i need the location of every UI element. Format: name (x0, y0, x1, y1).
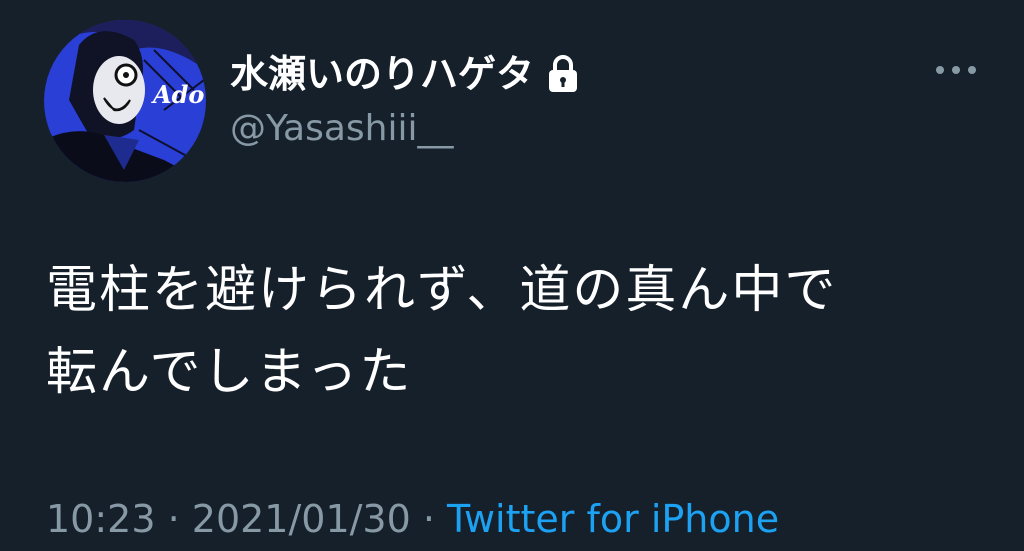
tweet-time[interactable]: 10:23 (46, 497, 156, 541)
meta-separator: · (410, 497, 448, 541)
display-name[interactable]: 水瀬いのりハゲタ (230, 50, 582, 98)
tweet-text-line: 電柱を避けられず、道の真ん中で (46, 261, 838, 320)
avatar-label: Ado (153, 80, 205, 109)
tweet-card: Ado 水瀬いのりハゲタ @Yasashiii__ 電柱を避けられず、道の真ん中… (0, 0, 1024, 551)
tweet-text: 電柱を避けられず、道の真ん中で 転んでしまった (46, 250, 976, 414)
lock-icon (549, 55, 578, 92)
tweet-meta: 10:23 · 2021/01/30 · Twitter for iPhone (46, 494, 779, 544)
tweet-date[interactable]: 2021/01/30 (192, 497, 411, 541)
display-name-text: 水瀬いのりハゲタ (230, 52, 535, 96)
tweet-source-link[interactable]: Twitter for iPhone (447, 497, 779, 541)
user-handle[interactable]: @Yasashiii__ (230, 106, 454, 152)
meta-separator: · (155, 497, 192, 541)
tweet-text-line: 転んでしまった (46, 343, 413, 402)
more-icon[interactable] (932, 58, 980, 82)
